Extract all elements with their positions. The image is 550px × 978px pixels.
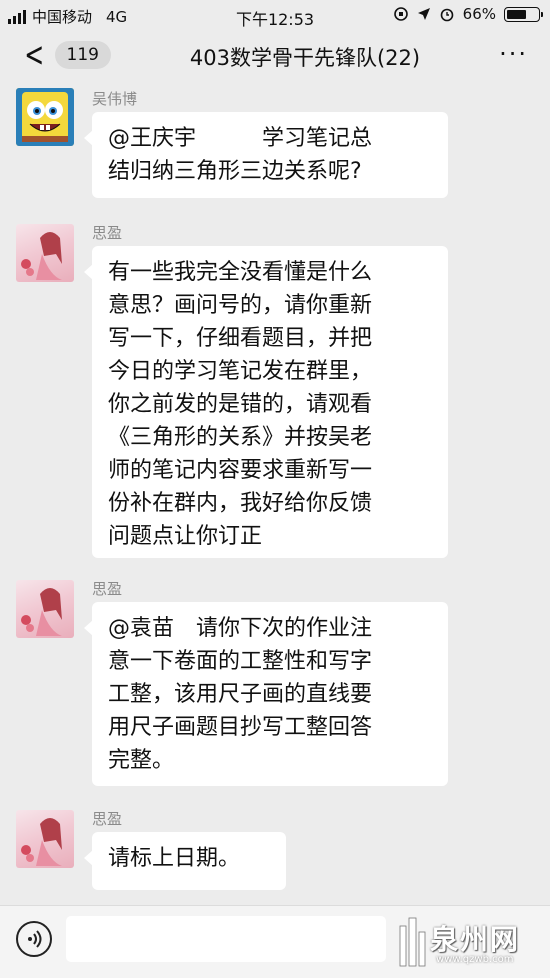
message-line: 师的笔记内容要求重新写一 — [108, 458, 373, 483]
message-bubble[interactable]: @袁苗 请你下次的作业注 意一下卷面的工整性和写字 工整，该用尺子画的直线要 用… — [84, 602, 448, 786]
watermark-url: www.qzwb.com — [436, 954, 514, 965]
message-line: 用尺子画题目抄写工整回答 — [108, 715, 373, 740]
message-input[interactable] — [66, 916, 386, 962]
sender-name: 吴伟博 — [92, 90, 138, 108]
spongebob-avatar[interactable] — [16, 88, 74, 146]
message-line: 今日的学习笔记发在群里， — [108, 359, 373, 384]
battery-percent: 66% — [462, 5, 496, 23]
message-line: @袁苗 请你下次的作业注 — [108, 616, 373, 641]
message-bubble[interactable]: 请标上日期。 — [84, 832, 286, 890]
unread-count-badge: 119 — [54, 41, 111, 69]
chat-title: 403数学骨干先锋队(22) — [189, 46, 421, 70]
message-line: 意一下卷面的工整性和写字 — [108, 649, 373, 674]
message-line: 问题点让你订正 — [108, 524, 263, 549]
girl-avatar[interactable] — [16, 224, 74, 282]
message-bubble[interactable]: 有一些我完全没看懂是什么 意思？画问号的，请你重新 写一下，仔细看题目，并把 今… — [84, 246, 448, 558]
battery-fill — [507, 9, 526, 19]
more-icon[interactable]: ··· — [499, 42, 528, 66]
status-bar: 中国移动 4G 下午12:53 66% — [0, 0, 550, 30]
voice-input-button[interactable] — [16, 921, 52, 957]
location-icon — [417, 8, 430, 20]
alarm-icon — [440, 8, 453, 22]
message-bubble[interactable]: @王庆宇 学习笔记总 结归纳三角形三边关系呢? — [84, 112, 448, 198]
girl-avatar-art — [21, 818, 62, 866]
battery-icon — [504, 6, 543, 22]
watermark-logo — [399, 917, 426, 967]
voice-icon — [28, 930, 42, 948]
message-line: 结归纳三角形三边关系呢? — [108, 159, 362, 184]
spongebob-avatar-art — [16, 88, 74, 146]
girl-avatar[interactable] — [16, 810, 74, 868]
girl-avatar-art — [21, 588, 62, 636]
girl-avatar-art — [21, 232, 62, 280]
girl-avatar[interactable] — [16, 580, 74, 638]
message-line: 请标上日期。 — [108, 846, 241, 871]
message-line: @王庆宇 学习笔记总 — [108, 126, 373, 151]
nav-bar: < 119 403数学骨干先锋队(22) ··· — [0, 30, 550, 82]
watermark-text: 泉州网 — [430, 923, 521, 956]
message-line: 份补在群内，我好给你反馈 — [108, 491, 373, 516]
message-line: 《三角形的关系》并按吴老 — [108, 425, 373, 450]
message-line: 完整。 — [108, 748, 175, 773]
rotation-lock-icon — [393, 7, 408, 21]
sender-name: 思盈 — [92, 810, 123, 828]
message-line: 有一些我完全没看懂是什么 — [108, 260, 373, 285]
message-line: 写一下，仔细看题目，并把 — [108, 326, 373, 351]
status-right: 66% — [393, 5, 543, 23]
message-line: 工整，该用尺子画的直线要 — [108, 682, 373, 707]
back-button[interactable]: < 119 — [20, 35, 111, 75]
watermark: 泉州网 www.qzwb.com — [396, 914, 546, 970]
sender-name: 思盈 — [92, 580, 123, 598]
chevron-left-icon: < — [24, 35, 45, 75]
sender-name: 思盈 — [92, 224, 123, 242]
message-line: 意思？画问号的，请你重新 — [108, 293, 373, 318]
input-bar: 泉州网 www.qzwb.com — [0, 905, 550, 978]
message-line: 你之前发的是错的，请观看 — [108, 392, 373, 417]
